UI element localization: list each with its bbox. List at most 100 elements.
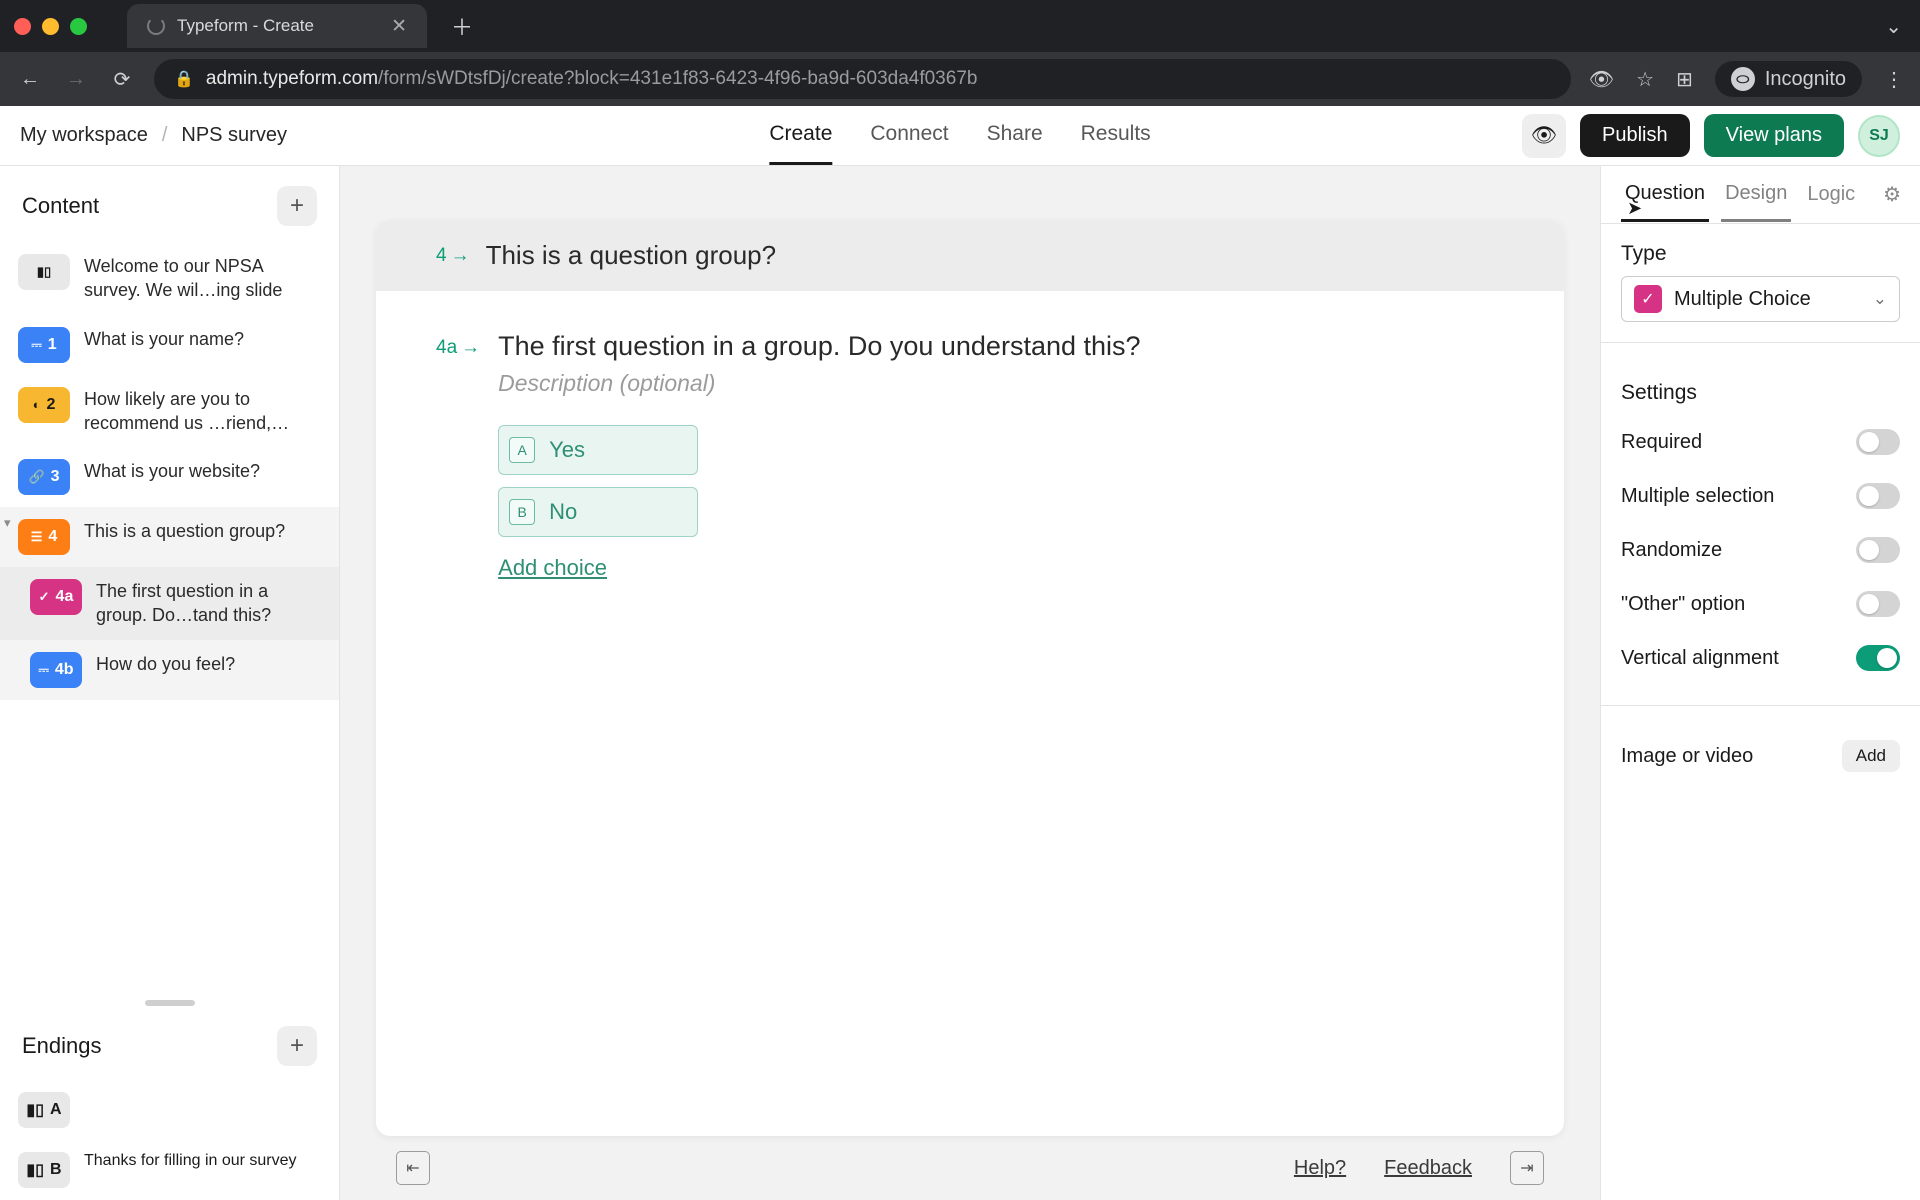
content-item-q2[interactable]: ◐2 How likely are you to recommend us …r… [0, 375, 339, 448]
question-number: 4a→ [436, 337, 480, 359]
loading-icon [147, 17, 165, 35]
content-item-welcome[interactable]: ▮▯ Welcome to our NPSA survey. We wil…in… [0, 242, 339, 315]
add-media-button[interactable]: Add [1842, 740, 1900, 772]
window-controls [14, 18, 87, 35]
sidebar-right: Question ➤ Design Logic ⚙ Type ✓ Multipl… [1600, 166, 1920, 1200]
question-title-input[interactable]: The first question in a group. Do you un… [498, 331, 1504, 362]
cursor-pointer-icon: ➤ [1627, 198, 1642, 219]
help-link[interactable]: Help? [1294, 1157, 1346, 1180]
panel-right-icon: ⇥ [1520, 1158, 1533, 1178]
tab-logic[interactable]: Logic [1803, 169, 1859, 220]
setting-required: Required [1601, 415, 1920, 469]
slide-icon: ▮▯ [37, 264, 51, 280]
close-tab-icon[interactable]: ✕ [391, 15, 407, 38]
bookmark-icon[interactable]: ☆ [1636, 67, 1654, 92]
tab-connect[interactable]: Connect [870, 106, 948, 165]
incognito-label: Incognito [1765, 68, 1846, 91]
gear-icon[interactable]: ⚙ [1883, 182, 1901, 207]
toggle-randomize[interactable] [1856, 537, 1900, 563]
setting-label: "Other" option [1621, 593, 1745, 616]
tile-q4a: ✓4a [30, 579, 82, 615]
lock-icon: 🔒 [174, 69, 194, 89]
publish-button[interactable]: Publish [1580, 114, 1690, 157]
setting-multiple: Multiple selection [1601, 469, 1920, 523]
setting-other: "Other" option [1601, 577, 1920, 631]
tab-share[interactable]: Share [987, 106, 1043, 165]
eye-off-icon[interactable]: 👁 [1589, 67, 1614, 92]
toggle-vertical-alignment[interactable] [1856, 645, 1900, 671]
feedback-link[interactable]: Feedback [1384, 1157, 1472, 1180]
chevron-down-icon: ⌄ [1873, 289, 1887, 309]
tab-title: Typeform - Create [177, 16, 314, 36]
ending-item-a[interactable]: ▮▯A [0, 1080, 339, 1140]
content-item-q4b[interactable]: ⎓4b How do you feel? [0, 640, 339, 700]
arrow-right-icon: → [451, 245, 470, 267]
close-window-icon[interactable] [14, 18, 31, 35]
choice-label: Yes [549, 437, 585, 463]
breadcrumb-separator: / [162, 124, 168, 147]
question-description-input[interactable]: Description (optional) [498, 370, 1504, 397]
image-video-section: Image or video Add [1601, 726, 1920, 786]
add-content-button[interactable]: + [277, 186, 317, 226]
new-tab-button[interactable]: ＋ [443, 10, 481, 42]
caret-down-icon[interactable]: ▾ [4, 515, 11, 531]
view-plans-button[interactable]: View plans [1704, 114, 1844, 157]
ending-item-b[interactable]: ▮▯B Thanks for filling in our survey [0, 1140, 339, 1200]
breadcrumb: My workspace / NPS survey [20, 124, 287, 147]
ending-item-label: Thanks for filling in our survey [84, 1152, 297, 1170]
settings-section-label: Settings [1601, 363, 1920, 415]
crumb-workspace[interactable]: My workspace [20, 124, 148, 147]
content-item-q1[interactable]: ⎓1 What is your name? [0, 315, 339, 375]
endings-heading: Endings [22, 1033, 102, 1059]
browser-menu-icon[interactable]: ⋮ [1884, 67, 1904, 92]
resize-handle[interactable] [145, 1000, 195, 1006]
tile-q4b: ⎓4b [30, 652, 82, 688]
tabs-dropdown-icon[interactable]: ⌄ [1885, 14, 1902, 39]
avatar[interactable]: SJ [1858, 115, 1900, 157]
add-ending-button[interactable]: + [277, 1026, 317, 1066]
tab-create[interactable]: Create [769, 106, 832, 165]
type-value: Multiple Choice [1674, 288, 1861, 311]
crumb-form-title[interactable]: NPS survey [181, 124, 287, 147]
maximize-window-icon[interactable] [70, 18, 87, 35]
incognito-icon: ⬭ [1731, 67, 1755, 91]
add-choice-button[interactable]: Add choice [498, 555, 1504, 581]
content-item-label: What is your name? [84, 327, 244, 351]
content-list: ▮▯ Welcome to our NPSA survey. We wil…in… [0, 242, 339, 1000]
eye-icon: 👁 [1531, 124, 1558, 148]
header-tabs: Create Connect Share Results [769, 106, 1150, 165]
toggle-other-option[interactable] [1856, 591, 1900, 617]
link-icon: 🔗 [28, 469, 44, 485]
content-item-q4-group[interactable]: ☰4 This is a question group? [0, 507, 339, 567]
endings-list: ▮▯A ▮▯B Thanks for filling in our survey [0, 1080, 339, 1200]
content-item-label: How do you feel? [96, 652, 235, 676]
setting-label: Required [1621, 431, 1702, 454]
content-item-q4a[interactable]: ✓4a The first question in a group. Do…ta… [0, 567, 339, 640]
back-button[interactable]: ← [16, 68, 44, 91]
titlebar: Typeform - Create ✕ ＋ ⌄ [0, 0, 1920, 52]
question-type-select[interactable]: ✓ Multiple Choice ⌄ [1621, 276, 1900, 322]
url-input[interactable]: 🔒 admin.typeform.com/form/sWDtsfDj/creat… [154, 59, 1571, 99]
group-header[interactable]: 4→ This is a question group? [376, 220, 1564, 291]
canvas: 4→ This is a question group? 4a→ The fir… [340, 166, 1600, 1200]
incognito-badge[interactable]: ⬭ Incognito [1715, 61, 1862, 97]
collapse-left-panel-button[interactable]: ⇤ [396, 1151, 430, 1185]
content-item-q3[interactable]: 🔗3 What is your website? [0, 447, 339, 507]
tab-design[interactable]: Design [1721, 168, 1791, 222]
minimize-window-icon[interactable] [42, 18, 59, 35]
choice-b[interactable]: B No [498, 487, 698, 537]
choice-a[interactable]: A Yes [498, 425, 698, 475]
extensions-icon[interactable]: ⊞ [1676, 67, 1693, 92]
gauge-icon: ◐ [33, 397, 41, 412]
preview-button[interactable]: 👁 [1522, 114, 1566, 158]
forward-button[interactable]: → [62, 68, 90, 91]
choice-key: A [509, 437, 535, 463]
browser-tab[interactable]: Typeform - Create ✕ [127, 4, 427, 48]
collapse-right-panel-button[interactable]: ⇥ [1510, 1151, 1544, 1185]
tab-results[interactable]: Results [1081, 106, 1151, 165]
reload-button[interactable]: ⟳ [108, 67, 136, 92]
ending-tile: ▮▯B [18, 1152, 70, 1188]
group-icon: ☰ [31, 529, 43, 545]
toggle-required[interactable] [1856, 429, 1900, 455]
toggle-multiple-selection[interactable] [1856, 483, 1900, 509]
